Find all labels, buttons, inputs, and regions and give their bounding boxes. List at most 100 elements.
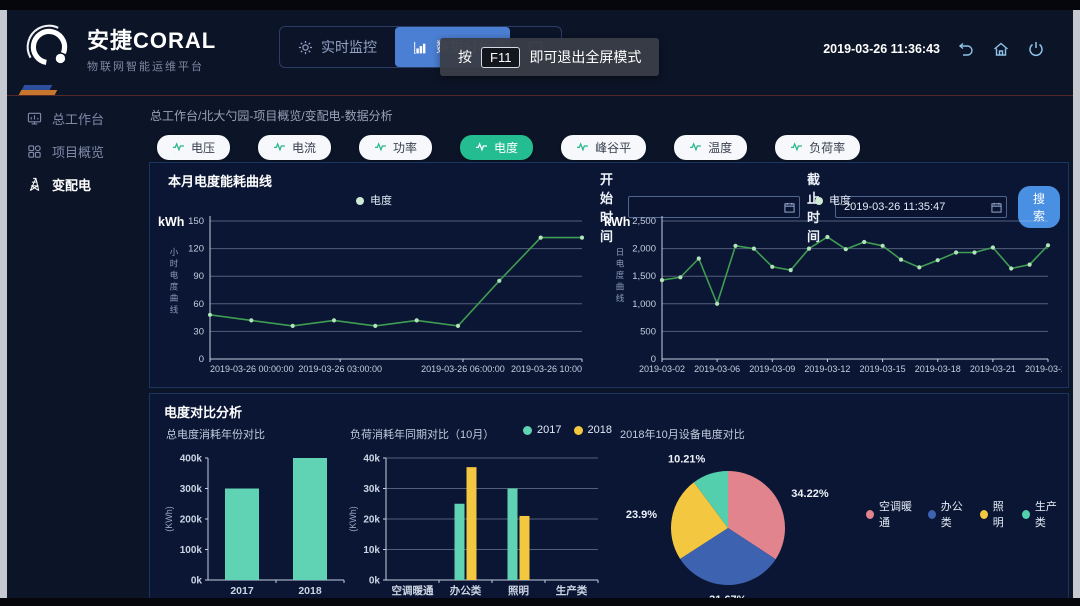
tab-2[interactable]: 电流 — [258, 135, 331, 160]
tooltip-prefix: 按 — [458, 47, 472, 67]
svg-text:90: 90 — [193, 271, 204, 282]
legend-item[interactable]: 办公类 — [928, 498, 970, 530]
year-bar-chart: 0k100k200k300k400k20172018(KWh) — [162, 446, 358, 598]
svg-text:2019-03-26 00:00:00: 2019-03-26 00:00:00 — [210, 364, 294, 374]
svg-text:0: 0 — [199, 354, 204, 365]
legend-item[interactable]: 2018 — [574, 424, 612, 436]
tab-3[interactable]: 功率 — [359, 135, 432, 160]
nav-item-1[interactable]: 实时监控 — [280, 27, 395, 67]
legend-item[interactable]: 空调暖通 — [866, 498, 918, 530]
svg-text:2019-03-06: 2019-03-06 — [694, 364, 740, 374]
hourly-chart-title: 本月电度能耗曲线 — [168, 171, 272, 190]
breadcrumb: 总工作台/北大勺园-项目概览/变配电-数据分析 — [150, 107, 1073, 124]
svg-text:2,500: 2,500 — [632, 216, 656, 227]
f11-key-badge: F11 — [481, 47, 520, 68]
hourly-line-chart: 03060901201502019-03-26 00:00:002019-03-… — [154, 209, 594, 381]
svg-text:(KWh): (KWh) — [348, 506, 358, 532]
daily-line-chart: 05001,0001,5002,0002,5002019-03-022019-0… — [600, 209, 1062, 381]
daily-chart-legend[interactable]: 电度 — [600, 192, 1066, 208]
svg-text:0k: 0k — [191, 576, 203, 587]
sidebar-item-3[interactable]: 变配电 — [7, 168, 147, 201]
svg-text:小: 小 — [170, 247, 179, 257]
svg-text:生产类: 生产类 — [556, 584, 588, 597]
legend-dot — [815, 197, 823, 205]
svg-text:度: 度 — [170, 282, 179, 292]
svg-text:空调暖通: 空调暖通 — [392, 584, 434, 597]
legend-label: 生产类 — [1035, 498, 1064, 530]
grid-icon — [27, 144, 42, 159]
legend-label: 电度 — [829, 195, 851, 207]
tab-label: 电流 — [292, 139, 316, 156]
tab-5[interactable]: 峰谷平 — [561, 135, 646, 160]
legend-dot — [574, 426, 583, 435]
legend-dot — [356, 197, 364, 205]
svg-text:10.21%: 10.21% — [668, 454, 706, 466]
app-screen: 安捷CORAL 物联网智能运维平台 实时监控数据分析 按 F11 即可退出全屏模… — [7, 10, 1073, 598]
load-bar-block: 负荷消耗年同期对比（10月） 20172018 0k10k20k30k40k空调… — [346, 424, 612, 598]
svg-text:2019-03-24: 2019-03-24 — [1025, 364, 1062, 374]
app-title: 安捷CORAL — [87, 23, 216, 55]
ecg-icon — [576, 141, 589, 155]
legend-item[interactable]: 照明 — [980, 498, 1012, 530]
bottom-black-bar — [0, 598, 1080, 606]
device-pie-title: 2018年10月设备电度对比 — [620, 426, 745, 442]
clock-datetime: 2019-03-26 11:36:43 — [823, 42, 940, 56]
year-bar-title: 总电度消耗年份对比 — [166, 426, 265, 442]
ecg-icon — [273, 141, 286, 155]
back-icon[interactable] — [957, 40, 975, 58]
sidebar-item-1[interactable]: 总工作台 — [7, 102, 147, 135]
svg-text:200k: 200k — [180, 515, 203, 526]
app-logo: 安捷CORAL 物联网智能运维平台 — [23, 20, 216, 77]
svg-text:时: 时 — [170, 259, 179, 269]
svg-text:120: 120 — [188, 244, 204, 255]
main-content: 总工作台/北大勺园-项目概览/变配电-数据分析 电压电流功率电度峰谷平温度负荷率… — [147, 98, 1073, 598]
svg-text:1,500: 1,500 — [632, 271, 656, 282]
svg-text:150: 150 — [188, 216, 204, 227]
tab-1[interactable]: 电压 — [157, 135, 230, 160]
metric-tabs: 电压 电流 功率 电度 峰谷平 温度 负荷率 — [157, 135, 1073, 160]
pylon-icon — [27, 177, 42, 192]
svg-text:线: 线 — [616, 293, 625, 303]
svg-text:度: 度 — [616, 270, 625, 280]
svg-text:2019-03-12: 2019-03-12 — [804, 364, 850, 374]
legend-label: 2017 — [537, 424, 561, 436]
sidebar-item-label: 项目概览 — [52, 142, 104, 161]
load-bar-title: 负荷消耗年同期对比（10月） — [350, 426, 494, 442]
home-icon[interactable] — [992, 40, 1010, 58]
ecg-icon — [172, 141, 185, 155]
svg-text:100k: 100k — [180, 545, 203, 556]
svg-text:2017: 2017 — [230, 585, 254, 597]
device-pie-chart: 34.22%31.67%23.9%10.21% — [616, 446, 866, 598]
power-icon[interactable] — [1027, 40, 1045, 58]
tab-7[interactable]: 负荷率 — [775, 135, 860, 160]
ecg-icon — [790, 141, 803, 155]
hourly-chart-legend[interactable]: 电度 — [154, 192, 594, 208]
legend-label: 空调暖通 — [879, 498, 918, 530]
left-edge-strip — [0, 10, 7, 598]
workbench-icon — [27, 111, 42, 126]
comparison-panel: 电度对比分析 总电度消耗年份对比 0k100k200k300k400k20172… — [149, 393, 1069, 598]
right-edge-strip — [1073, 10, 1080, 598]
svg-text:34.22%: 34.22% — [791, 488, 829, 500]
daily-chart-block: 开始时间 截止时间 搜索 电度 05001,0001,5002,0 — [600, 163, 1066, 387]
pie-legend: 空调暖通办公类照明生产类 — [866, 498, 1064, 530]
svg-text:10k: 10k — [363, 545, 380, 556]
tab-4[interactable]: 电度 — [460, 135, 533, 160]
header-divider — [7, 95, 1073, 96]
svg-text:500: 500 — [640, 326, 656, 337]
nav-label: 实时监控 — [321, 37, 377, 57]
svg-text:2019-03-02: 2019-03-02 — [639, 364, 685, 374]
gear-icon — [298, 40, 313, 55]
svg-text:线: 线 — [170, 305, 179, 315]
legend-dot — [980, 510, 988, 519]
ecg-icon — [689, 141, 702, 155]
svg-text:2,000: 2,000 — [632, 244, 656, 255]
legend-item[interactable]: 2017 — [523, 424, 561, 436]
device-pie-block: 2018年10月设备电度对比 34.22%31.67%23.9%10.21% 空… — [616, 424, 1064, 598]
svg-text:400k: 400k — [180, 454, 203, 465]
tab-label: 电压 — [191, 139, 215, 156]
legend-item[interactable]: 生产类 — [1022, 498, 1064, 530]
tab-6[interactable]: 温度 — [674, 135, 747, 160]
svg-text:2019-03-26 03:00:00: 2019-03-26 03:00:00 — [298, 364, 382, 374]
sidebar-item-2[interactable]: 项目概览 — [7, 135, 147, 168]
